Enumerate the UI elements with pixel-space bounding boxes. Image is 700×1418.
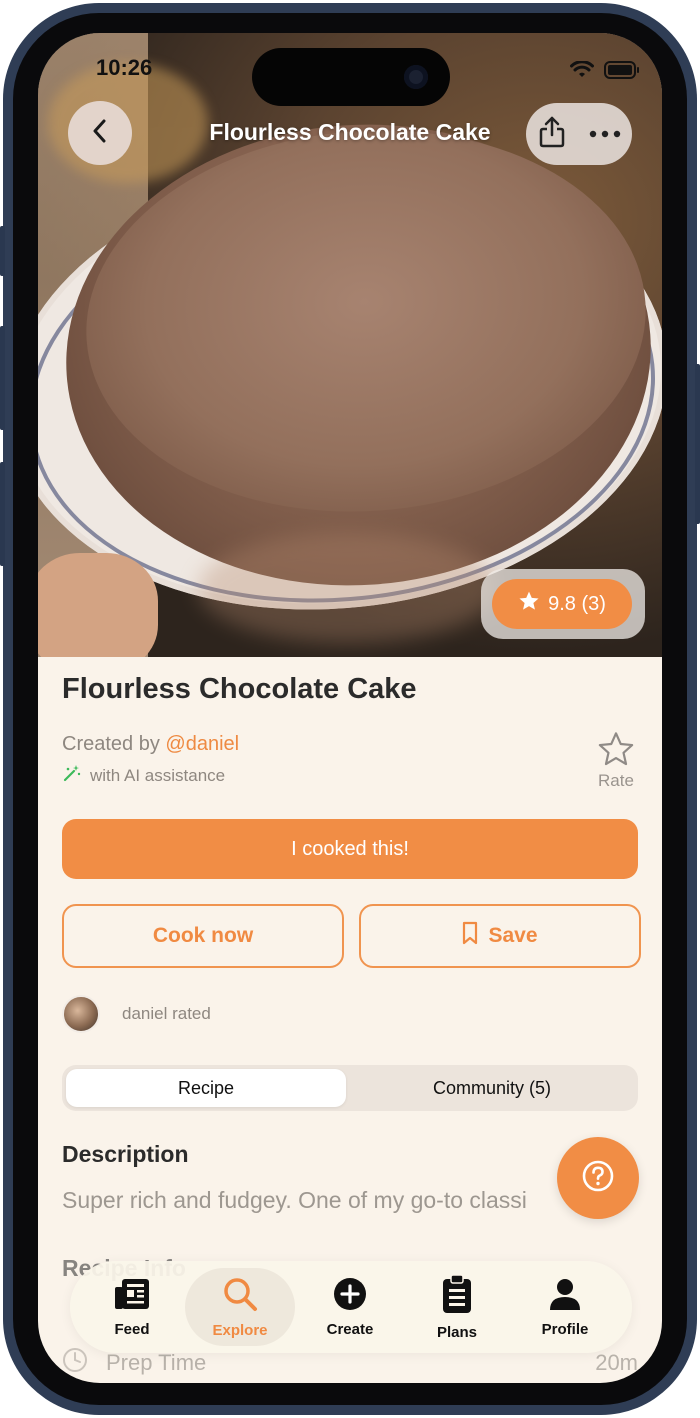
person-icon	[548, 1277, 582, 1315]
volume-down-button	[0, 462, 5, 566]
magic-wand-icon	[62, 763, 82, 788]
tab-plans-label: Plans	[436, 1323, 478, 1341]
prep-time-label: Prep Time	[106, 1350, 207, 1375]
help-button[interactable]	[557, 1137, 639, 1219]
search-icon	[222, 1276, 258, 1316]
plus-circle-icon	[333, 1277, 367, 1315]
ai-note: with AI assistance	[62, 763, 225, 788]
tab-feed[interactable]: Feed	[77, 1261, 187, 1353]
battery-icon	[604, 61, 640, 84]
clipboard-icon	[442, 1273, 472, 1318]
power-button	[695, 364, 700, 524]
tab-create-label: Create	[326, 1320, 374, 1338]
share-icon[interactable]	[538, 115, 566, 154]
tab-explore[interactable]: Explore	[185, 1268, 295, 1346]
tab-bar: Feed Explore Create Plans Profile	[70, 1261, 632, 1353]
status-icons	[570, 60, 640, 84]
wifi-icon	[570, 60, 594, 84]
action-button	[0, 226, 5, 276]
recipe-tabs: Recipe Community (5)	[62, 1065, 638, 1111]
description-text: Super rich and fudgey. One of my go-to c…	[62, 1187, 527, 1213]
rate-button[interactable]: Rate	[594, 731, 638, 791]
author-link[interactable]: @daniel	[165, 733, 239, 755]
star-filled-icon	[518, 590, 540, 618]
tab-explore-label: Explore	[212, 1321, 268, 1339]
feed-icon	[113, 1277, 151, 1315]
cook-now-label: Cook now	[152, 924, 254, 947]
tab-feed-label: Feed	[114, 1320, 150, 1338]
created-by: Created by @daniel	[62, 733, 239, 756]
avatar	[62, 995, 100, 1033]
activity-text: daniel rated	[122, 1004, 211, 1023]
star-outline-icon	[594, 731, 638, 767]
tab-recipe[interactable]: Recipe	[66, 1069, 346, 1107]
cook-now-button[interactable]: Cook now	[62, 904, 344, 968]
bookmark-icon	[462, 921, 478, 951]
status-time: 10:26	[96, 55, 153, 80]
more-icon[interactable]	[589, 125, 621, 143]
tab-create[interactable]: Create	[295, 1261, 405, 1353]
save-button[interactable]: Save	[359, 904, 641, 968]
nav-actions	[526, 103, 632, 165]
tab-plans[interactable]: Plans	[402, 1261, 512, 1353]
screen: 10:26 Flourless Chocolate Cake 9.8 (3) F…	[38, 33, 662, 1383]
description-heading: Description	[62, 1141, 189, 1167]
save-label: Save	[488, 924, 538, 947]
rating-value: 9.8 (3)	[548, 592, 606, 615]
recipe-title: Flourless Chocolate Cake	[62, 673, 417, 705]
tab-community[interactable]: Community (5)	[350, 1069, 634, 1107]
volume-up-button	[0, 326, 5, 430]
dynamic-island	[252, 48, 450, 106]
activity-row[interactable]: daniel rated	[62, 995, 211, 1033]
created-by-prefix: Created by	[62, 733, 166, 755]
prep-time-value: 20m	[595, 1350, 638, 1375]
tab-profile-label: Profile	[541, 1320, 589, 1338]
rating-badge[interactable]: 9.8 (3)	[492, 579, 632, 629]
question-icon	[581, 1159, 615, 1198]
tab-profile[interactable]: Profile	[510, 1261, 620, 1353]
ai-note-text: with AI assistance	[90, 765, 226, 785]
cooked-this-button[interactable]: I cooked this!	[62, 819, 638, 879]
rate-label: Rate	[598, 771, 634, 790]
